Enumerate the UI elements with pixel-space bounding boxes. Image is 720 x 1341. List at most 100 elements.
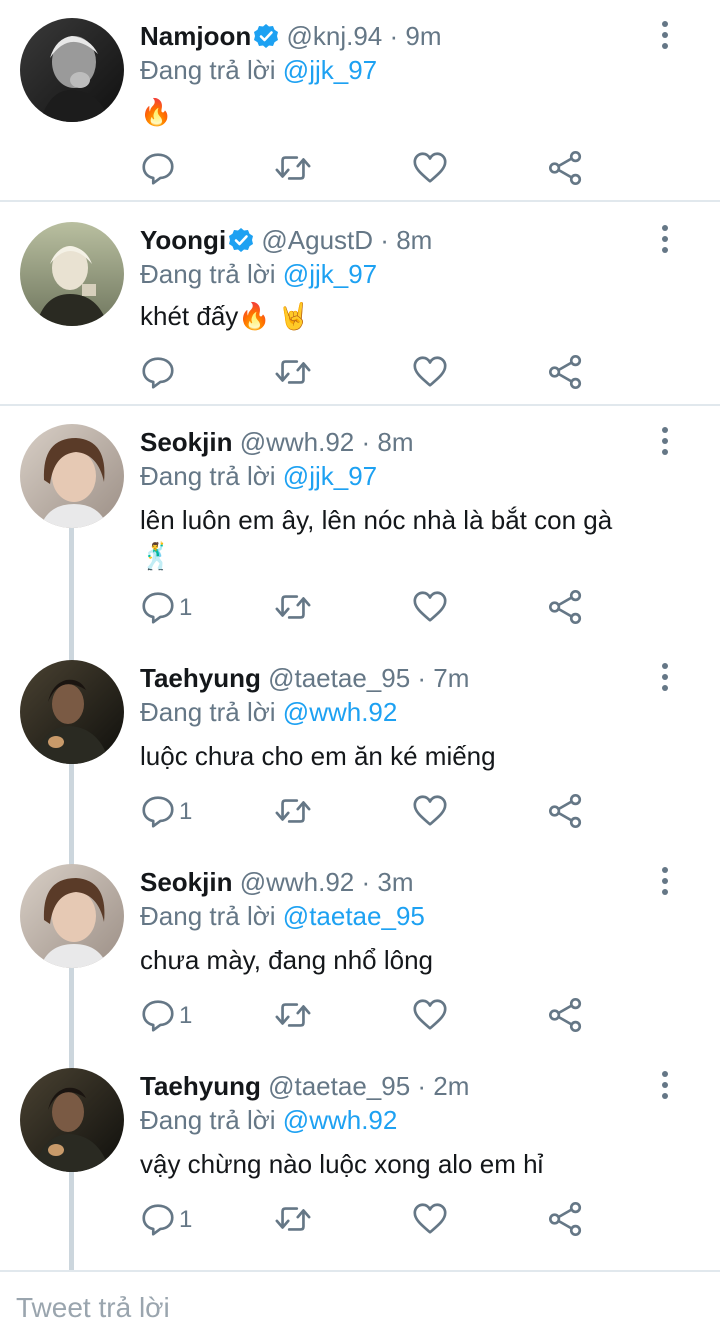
tweet-actions: 1 — [140, 1200, 600, 1240]
separator-dot: · — [417, 1071, 427, 1101]
replying-to-label: Đang trả lời — [140, 461, 276, 491]
replying-to: Đang trả lời @jjk_97 — [140, 256, 377, 292]
divider — [0, 404, 720, 406]
retweet-button[interactable] — [274, 353, 312, 393]
more-options-icon[interactable] — [655, 20, 675, 50]
reply-button[interactable]: 1 — [139, 588, 192, 628]
avatar[interactable] — [20, 1068, 124, 1172]
user-handle[interactable]: @taetae_95 — [268, 1071, 410, 1101]
share-button[interactable] — [547, 996, 585, 1036]
share-icon — [547, 588, 585, 626]
avatar[interactable] — [20, 424, 124, 528]
retweet-icon — [274, 588, 312, 626]
reply-icon — [139, 588, 177, 626]
tweet[interactable]: Namjoon @knj.94 · 9m Đang trả lời @jjk_9… — [0, 18, 720, 200]
retweet-icon — [274, 353, 312, 391]
reply-button[interactable] — [139, 149, 177, 189]
avatar[interactable] — [20, 864, 124, 968]
retweet-button[interactable] — [274, 792, 312, 832]
reply-button[interactable]: 1 — [139, 792, 192, 832]
timestamp[interactable]: 3m — [377, 867, 413, 897]
share-icon — [547, 996, 585, 1034]
share-icon — [547, 792, 585, 830]
mention-link[interactable]: @taetae_95 — [283, 901, 425, 931]
display-name[interactable]: Seokjin — [140, 427, 232, 457]
retweet-button[interactable] — [274, 1200, 312, 1240]
user-handle[interactable]: @wwh.92 — [240, 867, 355, 897]
reply-input[interactable] — [16, 1292, 696, 1324]
like-button[interactable] — [411, 588, 449, 628]
like-button[interactable] — [411, 792, 449, 832]
reply-icon — [139, 353, 177, 391]
more-options-icon[interactable] — [655, 1070, 675, 1100]
retweet-icon — [274, 792, 312, 830]
user-handle[interactable]: @knj.94 — [286, 21, 382, 51]
share-button[interactable] — [547, 149, 585, 189]
more-options-icon[interactable] — [655, 426, 675, 456]
reply-button[interactable] — [139, 353, 177, 393]
mention-link[interactable]: @jjk_97 — [283, 259, 377, 289]
tweet[interactable]: Seokjin @wwh.92 · 3m Đang trả lời @taeta… — [0, 864, 720, 1044]
verified-badge-icon — [253, 23, 279, 49]
like-icon — [411, 792, 449, 830]
user-handle[interactable]: @AgustD — [261, 225, 373, 255]
share-button[interactable] — [547, 353, 585, 393]
divider — [0, 200, 720, 202]
like-button[interactable] — [411, 996, 449, 1036]
tweet-actions: 1 — [140, 588, 600, 628]
display-name[interactable]: Taehyung — [140, 1071, 261, 1101]
more-options-icon[interactable] — [655, 866, 675, 896]
tweet-header: Namjoon @knj.94 · 9m — [140, 18, 442, 54]
user-handle[interactable]: @wwh.92 — [240, 427, 355, 457]
replying-to-label: Đang trả lời — [140, 55, 276, 85]
timestamp[interactable]: 2m — [433, 1071, 469, 1101]
tweet-header: Yoongi @AgustD · 8m — [140, 222, 432, 258]
more-options-icon[interactable] — [655, 662, 675, 692]
reply-button[interactable]: 1 — [139, 996, 192, 1036]
tweet-text: lên luôn em ây, lên nóc nhà là bắt con g… — [140, 505, 613, 571]
display-name[interactable]: Yoongi — [140, 225, 226, 255]
reply-button[interactable]: 1 — [139, 1200, 192, 1240]
like-button[interactable] — [411, 149, 449, 189]
share-button[interactable] — [547, 792, 585, 832]
tweet-actions: 1 — [140, 996, 600, 1036]
retweet-button[interactable] — [274, 149, 312, 189]
tweet[interactable]: Seokjin @wwh.92 · 8m Đang trả lời @jjk_9… — [0, 424, 720, 636]
display-name[interactable]: Taehyung — [140, 663, 261, 693]
tweet[interactable]: Taehyung @taetae_95 · 7m Đang trả lời @w… — [0, 660, 720, 840]
tweet[interactable]: Yoongi @AgustD · 8m Đang trả lời @jjk_97… — [0, 222, 720, 404]
replying-to: Đang trả lời @jjk_97 — [140, 52, 377, 88]
timestamp[interactable]: 9m — [405, 21, 441, 51]
retweet-button[interactable] — [274, 996, 312, 1036]
share-icon — [547, 353, 585, 391]
share-icon — [547, 149, 585, 187]
like-button[interactable] — [411, 1200, 449, 1240]
retweet-button[interactable] — [274, 588, 312, 628]
more-options-icon[interactable] — [655, 224, 675, 254]
share-button[interactable] — [547, 1200, 585, 1240]
timestamp[interactable]: 8m — [396, 225, 432, 255]
mention-link[interactable]: @wwh.92 — [283, 697, 398, 727]
mention-link[interactable]: @wwh.92 — [283, 1105, 398, 1135]
tweet[interactable]: Taehyung @taetae_95 · 2m Đang trả lời @w… — [0, 1068, 720, 1248]
tweet-text: vậy chừng nào luộc xong alo em hỉ — [140, 1149, 544, 1179]
share-button[interactable] — [547, 588, 585, 628]
reply-icon — [139, 149, 177, 187]
timestamp[interactable]: 8m — [377, 427, 413, 457]
replying-to-label: Đang trả lời — [140, 1105, 276, 1135]
avatar[interactable] — [20, 660, 124, 764]
display-name[interactable]: Seokjin — [140, 867, 232, 897]
separator-dot: · — [389, 21, 399, 51]
like-button[interactable] — [411, 353, 449, 393]
avatar[interactable] — [20, 222, 124, 326]
mention-link[interactable]: @jjk_97 — [283, 461, 377, 491]
avatar[interactable] — [20, 18, 124, 122]
replying-to-label: Đang trả lời — [140, 259, 276, 289]
reply-count: 1 — [179, 1002, 193, 1029]
timestamp[interactable]: 7m — [433, 663, 469, 693]
user-handle[interactable]: @taetae_95 — [268, 663, 410, 693]
tweet-text: khét đấy🔥 🤘 — [140, 301, 311, 331]
mention-link[interactable]: @jjk_97 — [283, 55, 377, 85]
tweet-text: luộc chưa cho em ăn ké miếng — [140, 741, 496, 771]
display-name[interactable]: Namjoon — [140, 21, 251, 51]
